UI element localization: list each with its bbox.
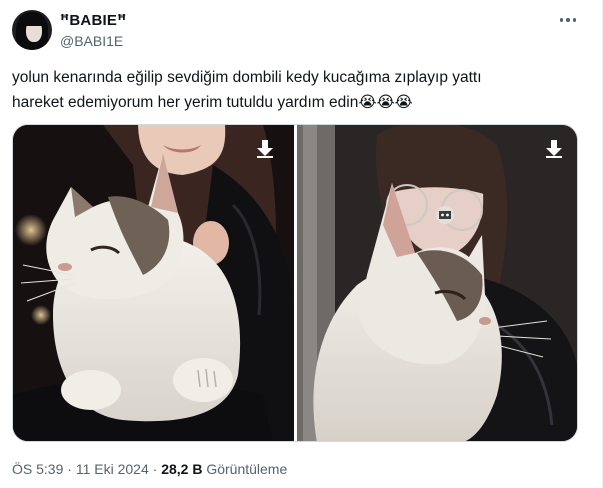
display-name[interactable]: ꟸBABIEꟸ [60, 11, 126, 29]
tweet-text: yolun kenarında eğilip sevdiğim dombili … [12, 66, 582, 115]
download-arrow-icon[interactable] [254, 138, 276, 160]
photo-cat-on-lap-image [13, 125, 294, 441]
avatar-bangs [22, 16, 44, 26]
meta-separator: · [67, 461, 72, 477]
views-label: Görüntüleme [206, 461, 288, 477]
tweet-line-2: hareket edemiyorum her yerim tutuldu yar… [12, 94, 359, 111]
crying-emoji-group: 😭😭😭 [358, 93, 413, 111]
download-arrow-glyph [257, 140, 273, 158]
photo-cat-closeup-image [297, 125, 577, 441]
dot [572, 18, 577, 22]
tweet-card: ꟸBABIEꟸ @BABI1E yolun kenarında eğilip s… [0, 0, 603, 488]
more-options-icon[interactable] [554, 10, 582, 30]
dot [559, 18, 564, 22]
tweet-meta: ÖS 5:39 · 11 Eki 2024 · 28,2 B Görüntüle… [12, 461, 287, 477]
tweet-time[interactable]: ÖS 5:39 [12, 461, 63, 477]
download-arrow-icon[interactable] [543, 138, 565, 160]
media-grid [12, 124, 578, 442]
views-count: 28,2 B [161, 461, 203, 477]
dot [566, 18, 570, 22]
user-handle[interactable]: @BABI1E [60, 33, 123, 49]
download-arrow-glyph [546, 140, 562, 158]
tweet-date[interactable]: 11 Eki 2024 [76, 461, 149, 477]
cat-sticker [436, 206, 454, 224]
photo-cat-on-lap[interactable] [13, 125, 294, 441]
meta-separator: · [152, 461, 158, 477]
photo-cat-closeup[interactable] [297, 125, 577, 441]
tweet-line-1: yolun kenarında eğilip sevdiğim dombili … [12, 69, 482, 86]
avatar[interactable] [12, 10, 52, 50]
